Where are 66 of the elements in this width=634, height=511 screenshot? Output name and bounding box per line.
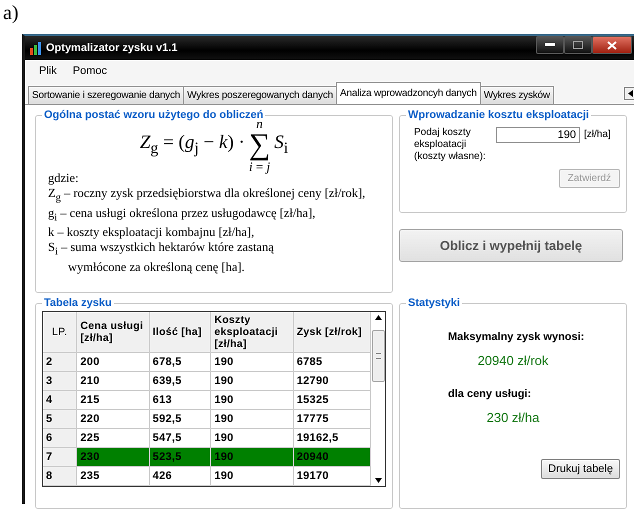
- table-cell: 523,5: [149, 448, 211, 466]
- definition-text: wymłócone za określoną cenę [ha].: [67, 260, 246, 274]
- table-cell: 7: [43, 448, 77, 466]
- table-cell: 2: [43, 352, 77, 372]
- table-cell: 15325: [293, 390, 371, 410]
- table-cell: 190: [210, 352, 294, 372]
- table-cell: 8: [43, 466, 77, 486]
- table-cell: 426: [149, 466, 211, 486]
- table-cell: 200: [76, 352, 150, 372]
- table-cell: 6785: [293, 352, 371, 372]
- table-cell: 235: [76, 466, 150, 486]
- price-value: 230 zł/ha: [486, 410, 540, 425]
- where-text: gdzie:: [48, 171, 80, 186]
- table-cell: 613: [149, 390, 211, 410]
- table-cell: 190: [210, 410, 294, 428]
- cost-label: Podaj koszty eksploatacji (koszty własne):: [414, 127, 487, 163]
- table-cell: 639,5: [149, 372, 211, 390]
- window-title: Optymalizator zysku v1.1: [46, 42, 178, 54]
- max-profit-value: 20940 zł/rok: [478, 353, 548, 368]
- calculate-button[interactable]: Oblicz i wypełnij tabelę: [399, 229, 623, 262]
- table-cell: 4: [43, 390, 77, 410]
- menu-item[interactable]: Plik: [39, 65, 57, 77]
- table-cell: 230: [76, 448, 150, 466]
- max-profit-label: Maksymalny zysk wynosi:: [447, 331, 584, 343]
- price-label: dla ceny usługi:: [447, 388, 532, 400]
- table-cell: 19170: [293, 466, 371, 486]
- sum-lower-limit: i = j: [249, 160, 270, 173]
- table-cell: 6: [43, 428, 77, 448]
- tab[interactable]: Wykres poszeregowanych danych: [183, 86, 337, 104]
- print-button[interactable]: Drukuj tabelę: [541, 459, 620, 479]
- group-title: Statystyki: [407, 297, 461, 309]
- column-header[interactable]: Koszty eksploatacji [zł/ha]: [210, 312, 294, 352]
- table-cell: 190: [210, 448, 294, 466]
- column-header[interactable]: LP.: [43, 312, 77, 352]
- table-cell: 592,5: [149, 410, 211, 428]
- tab[interactable]: Analiza wprowadzoncyh danych: [336, 82, 481, 104]
- tab[interactable]: Wykres zysków: [480, 86, 554, 104]
- table-cell: 12790: [293, 372, 371, 390]
- figure-label: a): [2, 1, 20, 26]
- table-cell: 5: [43, 410, 77, 428]
- table-cell: 3: [43, 372, 77, 390]
- table-cell: 215: [76, 390, 150, 410]
- table-cell: 17775: [293, 410, 371, 428]
- table-cell: 190: [210, 372, 294, 390]
- column-header[interactable]: Cena usługi [zł/ha]: [76, 312, 150, 352]
- table-cell: 190: [210, 390, 294, 410]
- formula-text: S$_{i}$: [274, 132, 288, 158]
- unit-label: [zł/ha]: [584, 129, 611, 140]
- column-header[interactable]: Ilość [ha]: [149, 312, 211, 352]
- definition-text: g$_{i}$ – cena usługi określona przez usługodawcę [zł/ha],: [48, 206, 316, 225]
- cost-input[interactable]: 190: [496, 127, 580, 143]
- group-title: Tabela zysku: [43, 297, 113, 309]
- table-cell: 220: [76, 410, 150, 428]
- table-cell: 20940: [293, 448, 371, 466]
- definition-text: S$_{i}$ – suma wszystkich hektarów które zastaną: [48, 240, 275, 260]
- group-title: Wprowadzanie kosztu eksploatacji: [407, 109, 590, 121]
- definition-text: k – koszty eksploatacji kombajnu [zł/ha],: [48, 225, 256, 240]
- sum-sign: ∑: [248, 130, 270, 160]
- formula-text: Z$_{g}$ = (g$_{j}$ − k) ·: [140, 132, 245, 158]
- table-cell: 190: [210, 466, 294, 486]
- table-cell: 210: [76, 372, 150, 390]
- menu-item[interactable]: Pomoc: [72, 65, 107, 77]
- definition-text: Z$_{g}$ – roczny zysk przedsiębiorstwa dla określonej ceny [zł/rok],: [48, 186, 366, 206]
- column-header[interactable]: Zysk [zł/rok]: [293, 312, 371, 352]
- tab[interactable]: Sortowanie i szeregowanie danych: [28, 86, 184, 104]
- table-cell: 678,5: [149, 352, 211, 372]
